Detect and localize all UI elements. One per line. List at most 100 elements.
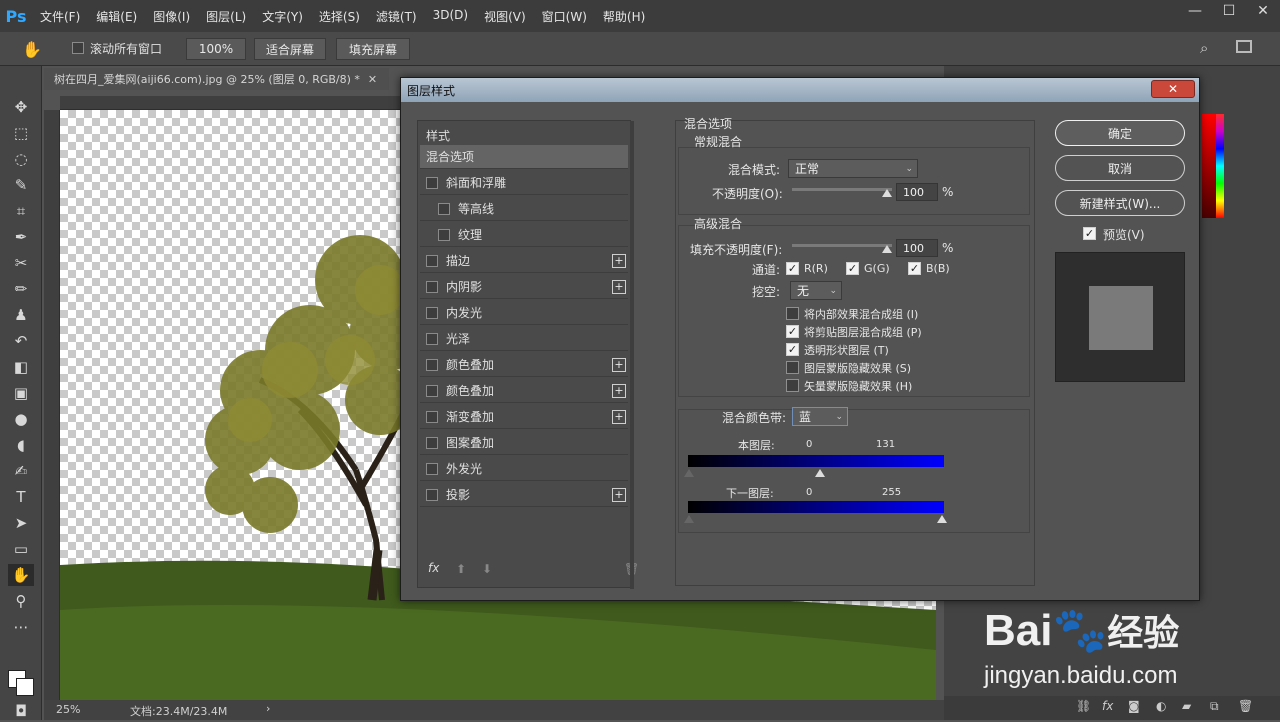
underlying-black-knob[interactable]: [684, 515, 694, 523]
style-item[interactable]: 内阴影 +: [420, 275, 628, 299]
dialog-close-icon[interactable]: ✕: [1151, 80, 1195, 98]
menu-item[interactable]: 3D(D): [425, 8, 476, 25]
zoom-100-button[interactable]: 100%: [186, 38, 246, 60]
close-icon[interactable]: ✕: [1246, 0, 1280, 22]
brush-tool-icon[interactable]: ✏: [8, 278, 34, 300]
hand-tool-icon[interactable]: ✋: [22, 40, 42, 59]
fit-screen-button[interactable]: 适合屏幕: [254, 38, 326, 60]
fill-screen-button[interactable]: 填充屏幕: [336, 38, 410, 60]
menu-item[interactable]: 视图(V): [476, 8, 534, 25]
background-color-swatch[interactable]: [16, 678, 34, 696]
hand-tool-icon[interactable]: ✋: [8, 564, 34, 586]
new-style-button[interactable]: 新建样式(W)...: [1055, 190, 1185, 216]
add-effect-icon[interactable]: +: [612, 357, 626, 372]
style-item[interactable]: 光泽: [420, 327, 628, 351]
advanced-option-checkbox[interactable]: ✓: [786, 343, 799, 356]
stamp-tool-icon[interactable]: ♟: [8, 304, 34, 326]
menu-item[interactable]: 选择(S): [311, 8, 368, 25]
advanced-option-checkbox[interactable]: [786, 379, 799, 392]
menu-item[interactable]: 文字(Y): [254, 8, 311, 25]
advanced-option-checkbox[interactable]: [786, 307, 799, 320]
fill-opacity-slider-knob[interactable]: [882, 245, 892, 253]
color-field[interactable]: [1202, 114, 1216, 218]
maximize-icon[interactable]: ☐: [1212, 0, 1246, 22]
history-brush-icon[interactable]: ↶: [8, 330, 34, 352]
move-tool-icon[interactable]: ✥: [8, 96, 34, 118]
knockout-select[interactable]: 无 ⌄: [790, 281, 842, 300]
style-checkbox[interactable]: [438, 202, 450, 215]
opacity-input[interactable]: 100: [896, 183, 938, 201]
style-checkbox[interactable]: [426, 384, 438, 397]
blur-tool-icon[interactable]: ●: [8, 408, 34, 430]
move-up-icon[interactable]: ⬆: [456, 562, 466, 576]
add-effect-icon[interactable]: +: [612, 383, 626, 398]
menu-item[interactable]: 图层(L): [198, 8, 254, 25]
opacity-slider-knob[interactable]: [882, 189, 892, 197]
scroll-all-checkbox[interactable]: [72, 42, 84, 57]
style-item[interactable]: 渐变叠加 +: [420, 405, 628, 429]
more-tools-icon[interactable]: ⋯: [8, 616, 34, 638]
zoom-tool-icon[interactable]: ⚲: [8, 590, 34, 612]
style-item[interactable]: 斜面和浮雕: [420, 171, 628, 195]
add-effect-icon[interactable]: +: [612, 279, 626, 294]
style-checkbox[interactable]: [426, 436, 438, 449]
minimize-icon[interactable]: —: [1178, 0, 1212, 22]
preview-checkbox[interactable]: ✓: [1083, 227, 1096, 240]
style-checkbox[interactable]: [426, 176, 438, 189]
style-checkbox[interactable]: [438, 228, 450, 241]
add-effect-icon[interactable]: +: [612, 487, 626, 502]
eraser-tool-icon[interactable]: ◧: [8, 356, 34, 378]
marquee-tool-icon[interactable]: ⬚: [8, 122, 34, 144]
channel-g-checkbox[interactable]: ✓: [846, 262, 859, 275]
channel-r-checkbox[interactable]: ✓: [786, 262, 799, 275]
quick-select-tool-icon[interactable]: ✎: [8, 174, 34, 196]
style-checkbox[interactable]: [426, 410, 438, 423]
path-select-tool-icon[interactable]: ➤: [8, 512, 34, 534]
fill-opacity-input[interactable]: 100: [896, 239, 938, 257]
gradient-tool-icon[interactable]: ▣: [8, 382, 34, 404]
document-tab[interactable]: 树在四月_爱集网(aiji66.com).jpg @ 25% (图层 0, RG…: [44, 68, 389, 90]
menu-item[interactable]: 图像(I): [145, 8, 198, 25]
fx-menu-icon[interactable]: fx: [428, 561, 439, 575]
type-tool-icon[interactable]: T: [8, 486, 34, 508]
style-item[interactable]: 混合选项: [420, 145, 628, 169]
crop-tool-icon[interactable]: ⌗: [8, 200, 34, 222]
menu-item[interactable]: 编辑(E): [88, 8, 145, 25]
rectangle-tool-icon[interactable]: ▭: [8, 538, 34, 560]
dodge-tool-icon[interactable]: ◖: [8, 434, 34, 456]
fill-opacity-slider[interactable]: [792, 244, 892, 247]
style-checkbox[interactable]: [426, 462, 438, 475]
this-layer-white-knob[interactable]: [814, 469, 825, 477]
menu-item[interactable]: 帮助(H): [595, 8, 653, 25]
advanced-option-checkbox[interactable]: ✓: [786, 325, 799, 338]
this-layer-black-knob[interactable]: [684, 469, 694, 477]
style-item[interactable]: 投影 +: [420, 483, 628, 507]
style-item[interactable]: 内发光: [420, 301, 628, 325]
style-list-scrollbar[interactable]: [630, 121, 634, 589]
status-menu-icon[interactable]: ›: [266, 702, 270, 715]
underlying-white-knob[interactable]: [937, 515, 947, 523]
add-effect-icon[interactable]: +: [612, 253, 626, 268]
ok-button[interactable]: 确定: [1055, 120, 1185, 146]
style-item[interactable]: 颜色叠加 +: [420, 379, 628, 403]
blend-if-select[interactable]: 蓝 ⌄: [792, 407, 848, 426]
style-item[interactable]: 图案叠加: [420, 431, 628, 455]
add-effect-icon[interactable]: +: [612, 409, 626, 424]
style-item[interactable]: 描边 +: [420, 249, 628, 273]
channel-b-checkbox[interactable]: ✓: [908, 262, 921, 275]
style-item[interactable]: 颜色叠加 +: [420, 353, 628, 377]
style-checkbox[interactable]: [426, 280, 438, 293]
dialog-title-bar[interactable]: 图层样式 ✕: [401, 78, 1199, 102]
advanced-option-checkbox[interactable]: [786, 361, 799, 374]
move-down-icon[interactable]: ⬇: [482, 562, 492, 576]
lasso-tool-icon[interactable]: ◌: [8, 148, 34, 170]
opacity-slider[interactable]: [792, 188, 892, 191]
style-item[interactable]: 外发光: [420, 457, 628, 481]
menu-item[interactable]: 文件(F): [32, 8, 88, 25]
cancel-button[interactable]: 取消: [1055, 155, 1185, 181]
style-item[interactable]: 等高线: [420, 197, 628, 221]
pen-tool-icon[interactable]: ✍: [8, 460, 34, 482]
style-checkbox[interactable]: [426, 306, 438, 319]
style-checkbox[interactable]: [426, 488, 438, 501]
blend-mode-select[interactable]: 正常 ⌄: [788, 159, 918, 178]
